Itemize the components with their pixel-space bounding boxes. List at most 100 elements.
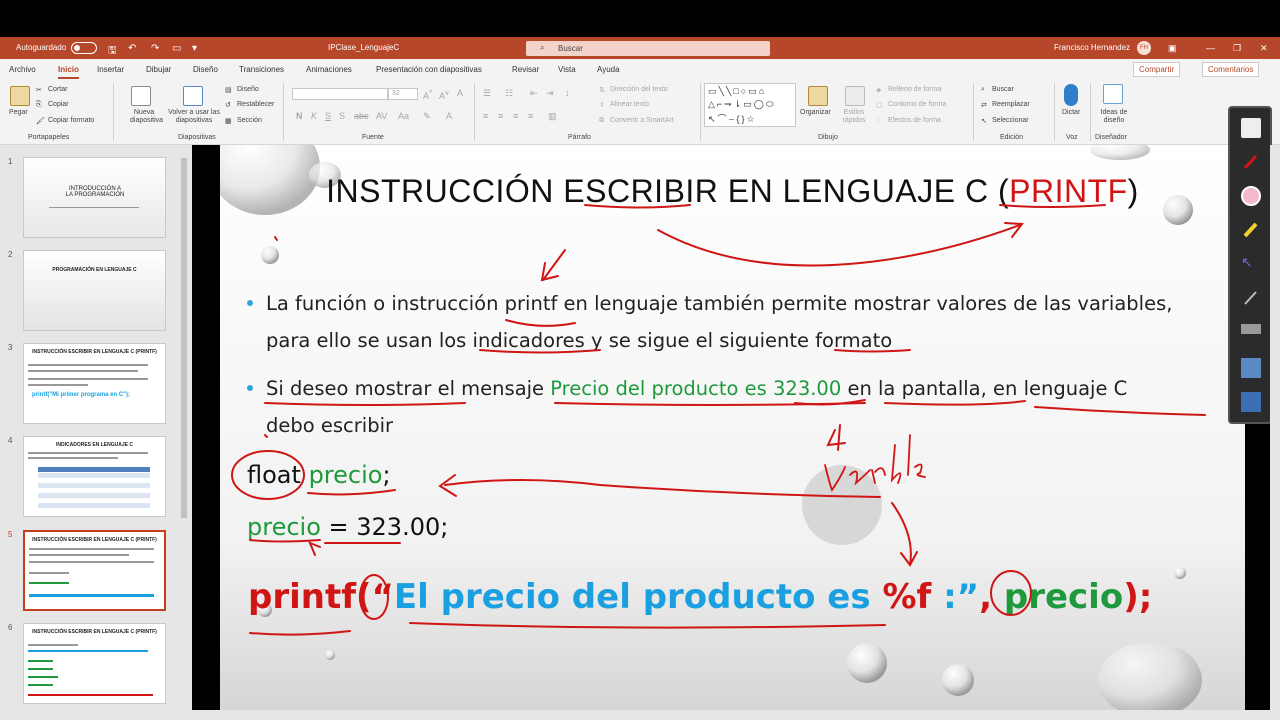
shapes-row-icon[interactable]: ▭╲╲□○▭⌂	[708, 86, 766, 97]
slide-thumbnail[interactable]: PROGRAMACIÓN EN LENGUAJE C	[23, 250, 166, 331]
cut-button[interactable]: Cortar	[48, 86, 67, 93]
avatar[interactable]: FH	[1137, 41, 1151, 55]
tab-presentacion[interactable]: Presentación con diapositivas	[376, 65, 482, 74]
font-size-input[interactable]: 32	[388, 88, 418, 100]
format-painter-button[interactable]: Copiar formato	[48, 117, 94, 124]
shape-fill-button[interactable]: Relleno de forma	[888, 86, 941, 93]
copy-button[interactable]: Copiar	[48, 101, 69, 108]
tab-diseno[interactable]: Diseño	[193, 65, 218, 74]
reset-button[interactable]: Restablecer	[237, 101, 274, 108]
grow-font-icon[interactable]: A^	[423, 88, 433, 101]
align-right-icon[interactable]: ≡	[513, 111, 518, 121]
shape-effects-icon[interactable]: ◌	[876, 117, 880, 124]
copy-icon[interactable]: ⎘	[36, 101, 42, 109]
indent-icon[interactable]: ⇤	[530, 88, 538, 99]
comments-button[interactable]: Comentarios	[1202, 62, 1260, 77]
restore-icon[interactable]: ❐	[1233, 43, 1241, 54]
smartart-icon[interactable]: ⧉	[599, 117, 604, 125]
reset-icon[interactable]: ↺	[225, 101, 231, 109]
pink-highlighter-icon[interactable]	[1241, 186, 1261, 206]
microphone-icon[interactable]	[1064, 84, 1078, 106]
autosave-toggle[interactable]	[71, 42, 97, 54]
paste-label[interactable]: Pegar	[9, 109, 28, 116]
pointer-icon[interactable]: ↖	[1241, 254, 1261, 274]
eraser-icon[interactable]	[1241, 118, 1261, 138]
replace-button[interactable]: Reemplazar	[992, 101, 1030, 108]
shapes-gallery[interactable]: ▭╲╲□○▭⌂ △⌐⇁⇂▭◯⬭ ↖⌒⌣{}☆	[704, 83, 796, 127]
spacing-icon[interactable]: AV	[376, 111, 387, 121]
section-button[interactable]: Sección	[237, 117, 262, 124]
tab-transiciones[interactable]: Transiciones	[239, 65, 284, 74]
share-button[interactable]: Compartir	[1133, 62, 1181, 77]
arrange-button[interactable]: Organizar	[800, 109, 831, 116]
case-icon[interactable]: Aa	[398, 111, 409, 121]
shapes-row-icon[interactable]: △⌐⇁⇂▭◯⬭	[708, 99, 776, 110]
align-left-icon[interactable]: ≡	[483, 111, 488, 121]
strikethrough-icon[interactable]: abc	[354, 111, 369, 121]
design-ideas-icon[interactable]	[1103, 84, 1123, 104]
undo-icon[interactable]: ↶	[128, 43, 136, 54]
align-text-button[interactable]: Alinear texto	[610, 101, 649, 108]
present-icon[interactable]: ▭	[172, 43, 181, 54]
customize-icon[interactable]: ▾	[192, 43, 197, 54]
user-name[interactable]: Francisco Hernandez	[1054, 43, 1130, 52]
new-slide-button[interactable]: Nueva diapositiva	[130, 109, 163, 125]
smartart-button[interactable]: Convertir a SmartArt	[610, 117, 674, 124]
font-family-input[interactable]	[292, 88, 388, 100]
slide-scrollbar[interactable]	[1270, 145, 1280, 710]
minimize-icon[interactable]: —	[1206, 43, 1215, 53]
section-icon[interactable]: ▦	[225, 117, 232, 125]
shape-outline-icon[interactable]: ▢	[876, 101, 883, 109]
slide-thumbnail[interactable]: INSTRUCCIÓN ESCRIBIR EN LENGUAJE C (PRIN…	[23, 623, 166, 704]
columns-icon[interactable]: ▥	[548, 111, 557, 122]
cut-icon[interactable]: ✂	[36, 86, 42, 94]
highlight-icon[interactable]: ✎	[423, 111, 431, 122]
align-text-icon[interactable]: ⇳	[599, 101, 605, 109]
close-icon[interactable]: ✕	[1260, 43, 1268, 54]
layout-button[interactable]: Diseño	[237, 86, 259, 93]
dictate-button[interactable]: Dictar	[1062, 109, 1080, 116]
slide-thumbnail[interactable]: INSTRUCCIÓN ESCRIBIR EN LENGUAJE C (PRIN…	[23, 343, 166, 424]
search-box[interactable]: ⌕ Buscar	[526, 41, 770, 56]
slide-thumbnail[interactable]: INTRODUCCIÓN A LA PROGRAMACIÓN	[23, 157, 166, 238]
ruler-icon[interactable]	[1241, 324, 1261, 334]
find-button[interactable]: Buscar	[992, 86, 1014, 93]
quick-styles-icon[interactable]	[845, 86, 865, 106]
tab-insertar[interactable]: Insertar	[97, 65, 124, 74]
new-slide-icon[interactable]	[131, 86, 151, 106]
select-icon[interactable]: ↖	[981, 117, 987, 125]
line-spacing-icon[interactable]: ↕	[565, 88, 570, 98]
justify-icon[interactable]: ≡	[528, 111, 533, 121]
shape-effects-button[interactable]: Efectos de forma	[888, 117, 941, 124]
numbering-icon[interactable]: ☷	[505, 88, 513, 99]
tab-ayuda[interactable]: Ayuda	[597, 65, 620, 74]
slide-thumbnail-selected[interactable]: INSTRUCCIÓN ESCRIBIR EN LENGUAJE C (PRIN…	[23, 530, 166, 611]
quick-styles-button[interactable]: Estilos rápidos	[839, 109, 869, 125]
find-icon[interactable]: ⌕	[981, 86, 985, 94]
window-icon[interactable]	[1241, 392, 1261, 412]
font-color-icon[interactable]: A	[446, 111, 452, 121]
layout-icon[interactable]: ▤	[225, 86, 232, 94]
yellow-highlighter-icon[interactable]	[1241, 220, 1261, 240]
replace-icon[interactable]: ⇄	[981, 101, 987, 109]
text-direction-button[interactable]: Dirección del texto	[610, 86, 668, 93]
reuse-slides-button[interactable]: Volver a usar las diapositivas	[168, 109, 220, 125]
arrange-icon[interactable]	[808, 86, 828, 106]
slide-canvas[interactable]: INSTRUCCIÓN ESCRIBIR EN LENGUAJE C (PRIN…	[220, 145, 1245, 710]
select-button[interactable]: Seleccionar	[992, 117, 1029, 124]
shapes-row-icon[interactable]: ↖⌒⌣{}☆	[708, 112, 757, 125]
shape-outline-button[interactable]: Contorno de forma	[888, 101, 946, 108]
text-direction-icon[interactable]: ⇅	[599, 86, 605, 94]
reuse-slides-icon[interactable]	[183, 86, 203, 106]
shadow-icon[interactable]: S	[339, 111, 345, 121]
bold-icon[interactable]: N	[296, 111, 303, 121]
save-icon[interactable]: 🖫	[108, 43, 117, 60]
design-ideas-button[interactable]: Ideas de diseño	[1098, 109, 1130, 125]
thumbnails-scrollbar[interactable]	[180, 148, 188, 718]
brush-icon[interactable]	[1241, 288, 1261, 308]
clear-format-icon[interactable]: A	[457, 88, 463, 98]
ribbon-options-icon[interactable]: ▣	[1168, 43, 1177, 54]
tab-inicio[interactable]: Inicio	[58, 65, 79, 79]
bullets-icon[interactable]: ☰	[483, 88, 491, 99]
paste-icon[interactable]	[10, 86, 30, 106]
